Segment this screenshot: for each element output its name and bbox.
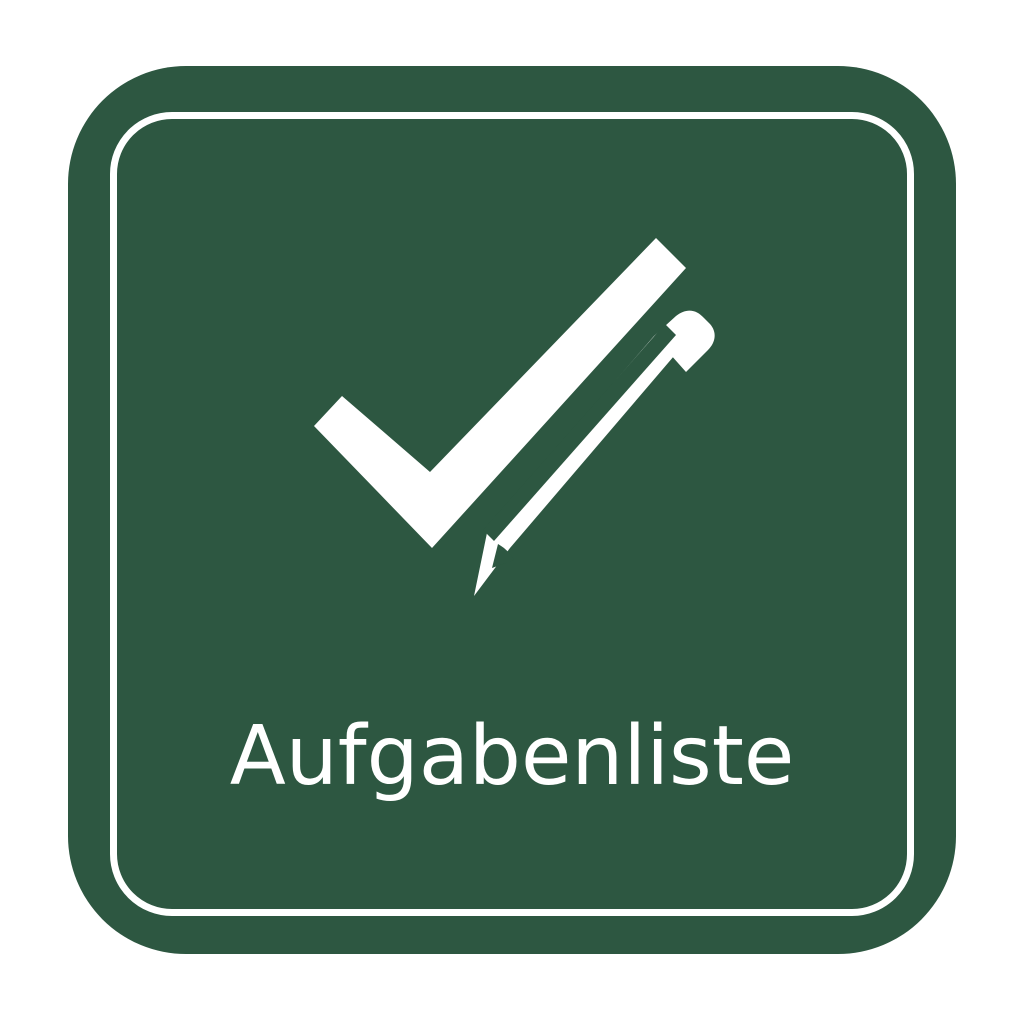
app-icon-canvas: Aufgabenliste (0, 0, 1024, 1024)
app-label: Aufgabenliste (229, 709, 795, 804)
task-list-symbol (300, 230, 730, 610)
